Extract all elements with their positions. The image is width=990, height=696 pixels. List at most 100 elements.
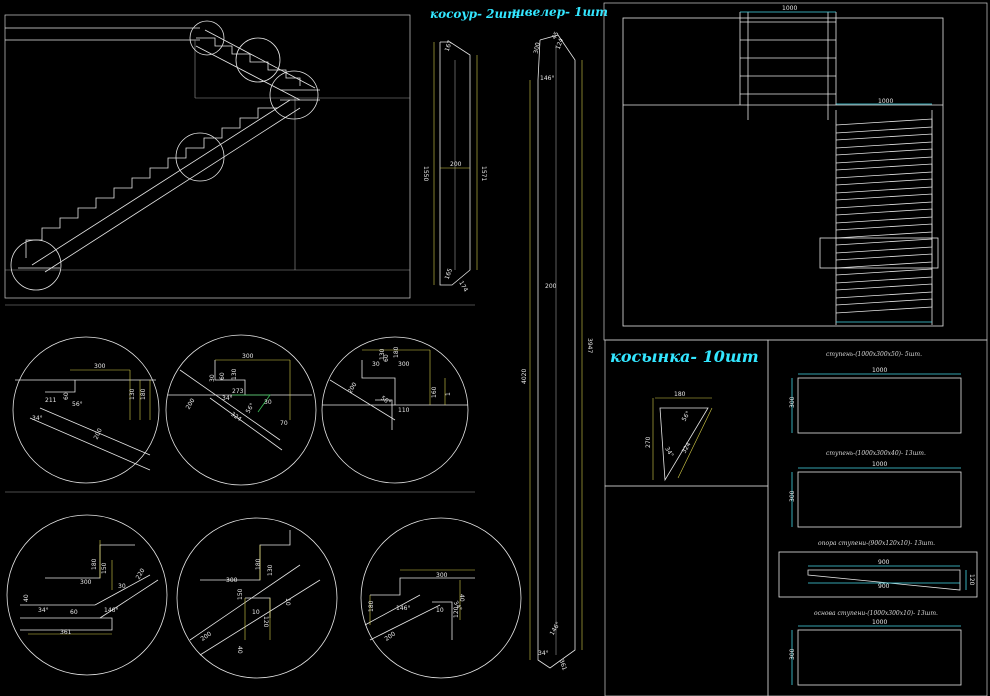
detail-2-d2: 30 xyxy=(209,374,216,382)
detail-3-d6: 200 xyxy=(347,381,359,395)
empty-frame xyxy=(604,485,769,696)
detail-2-d10: 30 xyxy=(264,399,272,406)
part-1-shape xyxy=(797,377,962,434)
part-3-label: опора ступени-(900x120x10)- 13шт. xyxy=(818,540,935,547)
plan-step xyxy=(835,163,933,179)
shveler-dim-10: 361 xyxy=(557,658,568,671)
parts-frame xyxy=(767,339,988,696)
shveler-part: 300 45 124 146° 200 4020 3947 146° 34° 3… xyxy=(521,30,593,671)
detail-6: 300 180 146° 10 120 200 34° 40 xyxy=(360,517,522,679)
detail-6-d2: 180 xyxy=(368,600,375,612)
detail-3: 300 180 130 30 60 200 110 56° 160 1 xyxy=(321,336,469,484)
detail-2-d11: 70 xyxy=(280,420,288,427)
detail-2-d7: 56° xyxy=(245,402,256,415)
part-2-shape xyxy=(797,471,962,528)
detail-1-d5: 180 xyxy=(140,388,147,400)
detail-5-d7: 120 xyxy=(262,616,269,628)
detail-2-d5: 273 xyxy=(232,388,244,395)
kosour-title: косоур- 2шт xyxy=(430,7,520,21)
detail-1-d7: 34° xyxy=(32,415,43,422)
plan-step xyxy=(835,223,933,239)
detail-1-d2: 211 xyxy=(45,397,57,404)
plan-step xyxy=(835,118,933,134)
detail-2-d3: 60 xyxy=(219,372,226,380)
plan-step xyxy=(835,178,933,194)
detail-1: 300 211 60 130 180 56° 34° 200 xyxy=(12,336,160,484)
detail-4-d9: 146° xyxy=(104,607,118,614)
detail-2-d8: 200 xyxy=(185,397,197,411)
detail-4: 180 150 300 30 220 40 34° 60 146° 361 xyxy=(6,514,168,676)
detail-2-d9: 34° xyxy=(222,395,233,402)
kosynka-dim-3: 324 xyxy=(681,441,693,455)
part-4-shape xyxy=(797,629,962,686)
plan-step xyxy=(835,133,933,149)
detail-1-d8: 200 xyxy=(93,427,104,441)
detail-4-d4: 30 xyxy=(118,583,126,590)
kosour-dim-2: 1550 xyxy=(422,166,429,181)
detail-4-d10: 361 xyxy=(60,629,72,636)
detail-5-d1: 180 xyxy=(255,558,262,570)
detail-3-d4: 30 xyxy=(372,361,380,368)
detail-5-d6: 10 xyxy=(284,598,291,606)
plan-step xyxy=(835,298,933,314)
part-1-label: ступень-(1000x300x50)- 5шт. xyxy=(826,351,922,358)
kosour-dim-5: 165 xyxy=(444,267,455,280)
plan-step xyxy=(835,193,933,209)
detail-3-d7: 110 xyxy=(398,407,410,414)
plan-step xyxy=(835,148,933,164)
kosour-dim-6: 174 xyxy=(457,280,469,294)
kosynka-dim-4: 56° xyxy=(681,410,692,423)
stair-elevation xyxy=(4,14,411,299)
detail-5-d9: 40 xyxy=(236,646,243,654)
part-1-w: 1000 xyxy=(872,367,887,374)
shveler-dim-1: 300 xyxy=(533,42,542,55)
cad-drawing: косоур- 2шт швелер- 1шт 167 1550 200 157… xyxy=(4,2,988,696)
shveler-title: швелер- 1шт xyxy=(512,5,608,19)
kosynka-title: косынка- 10шт xyxy=(610,347,759,366)
detail-5-d2: 130 xyxy=(267,564,274,576)
plan-step xyxy=(835,283,933,299)
shveler-dim-6: 4020 xyxy=(521,369,528,384)
kosynka-section: косынка- 10шт 180 270 324 56° 34° xyxy=(604,339,769,696)
plan-step xyxy=(835,268,933,284)
detail-3-d5: 60 xyxy=(383,354,390,362)
kosour-part: 167 1550 200 1571 165 174 xyxy=(422,39,487,293)
detail-4-d3: 300 xyxy=(80,579,92,586)
plan-view: 1000 1000 xyxy=(603,2,988,341)
parts-list: ступень-(1000x300x50)- 5шт. 1000 300 сту… xyxy=(767,339,988,696)
detail-2-d4: 130 xyxy=(231,368,238,380)
plan-step xyxy=(835,253,933,269)
part-3-w2: 900 xyxy=(878,583,890,590)
part-4-h: 300 xyxy=(789,648,796,660)
plan-step xyxy=(835,208,933,224)
plan-step xyxy=(835,238,933,254)
part-1-h: 300 xyxy=(789,396,796,408)
plan-dim-mid: 1000 xyxy=(878,98,893,105)
detail-3-d9: 160 xyxy=(431,386,438,398)
shveler-dim-5: 200 xyxy=(545,283,557,290)
detail-4-d2: 150 xyxy=(101,562,108,574)
detail-3-d10: 1 xyxy=(445,392,452,396)
detail-4-d1: 180 xyxy=(91,558,98,570)
detail-4-d8: 60 xyxy=(70,609,78,616)
detail-5-d4: 150 xyxy=(237,588,244,600)
part-2-w: 1000 xyxy=(872,461,887,468)
detail-1-d4: 130 xyxy=(129,388,136,400)
detail-6-d8: 40 xyxy=(458,594,465,602)
kosour-dim-1: 167 xyxy=(444,39,455,52)
detail-5-d3: 300 xyxy=(226,577,238,584)
plan-dim-top: 1000 xyxy=(782,5,797,12)
detail-2: 300 30 60 130 273 324 56° 200 34° 30 70 xyxy=(165,334,317,486)
part-4-label: основа ступени-(1000x300x10)- 13шт. xyxy=(814,610,938,617)
detail-6-d3: 146° xyxy=(396,605,410,612)
detail-4-d6: 40 xyxy=(23,594,30,602)
plan-frame xyxy=(603,2,988,341)
detail-5: 180 130 300 150 10 10 120 200 40 xyxy=(176,517,338,679)
detail-5-d5: 10 xyxy=(252,609,260,616)
kosynka-dim-1: 180 xyxy=(674,391,686,398)
detail-4-d5: 220 xyxy=(135,567,147,581)
shveler-dim-7: 3947 xyxy=(586,338,593,353)
detail-6-d1: 300 xyxy=(436,572,448,579)
kosour-dim-3: 200 xyxy=(450,161,462,168)
shveler-dim-9: 34° xyxy=(538,650,549,657)
